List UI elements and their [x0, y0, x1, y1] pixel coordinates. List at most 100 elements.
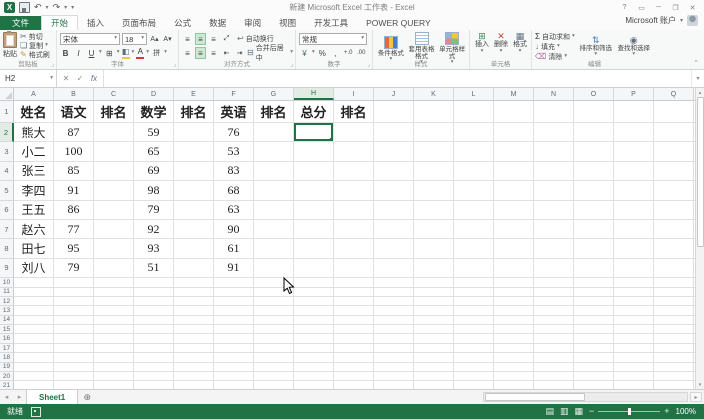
cell-I17[interactable] — [334, 344, 374, 353]
vertical-scrollbar-thumb[interactable] — [697, 97, 704, 247]
row-header-4[interactable]: 4 — [0, 162, 14, 181]
cell-M5[interactable] — [494, 181, 534, 200]
cell-I4[interactable] — [334, 162, 374, 181]
cell-H13[interactable] — [294, 306, 334, 315]
cell-E6[interactable] — [174, 201, 214, 220]
column-header-Q[interactable]: Q — [654, 88, 694, 100]
cell-F17[interactable] — [214, 344, 254, 353]
cell-C2[interactable] — [94, 123, 134, 142]
cell-B3[interactable]: 100 — [54, 142, 94, 161]
row-header-3[interactable]: 3 — [0, 142, 14, 161]
cell-N16[interactable] — [534, 334, 574, 343]
cell-A11[interactable] — [14, 288, 54, 297]
tab-power-query[interactable]: POWER QUERY — [357, 16, 440, 30]
cell-I7[interactable] — [334, 220, 374, 239]
cell-H12[interactable] — [294, 297, 334, 306]
cell-A4[interactable]: 张三 — [14, 162, 54, 181]
cell-K11[interactable] — [414, 288, 454, 297]
cell-I5[interactable] — [334, 181, 374, 200]
row-header-10[interactable]: 10 — [0, 278, 14, 287]
cell-J21[interactable] — [374, 381, 414, 389]
cell-L4[interactable] — [454, 162, 494, 181]
cell-E14[interactable] — [174, 316, 214, 325]
cell-D12[interactable] — [134, 297, 174, 306]
cell-O19[interactable] — [574, 363, 614, 372]
cell-H21[interactable] — [294, 381, 334, 389]
cell-M2[interactable] — [494, 123, 534, 142]
tab-review[interactable]: 审阅 — [235, 16, 270, 30]
cell-E2[interactable] — [174, 123, 214, 142]
row-header-19[interactable]: 19 — [0, 363, 14, 372]
cell-N12[interactable] — [534, 297, 574, 306]
cell-K12[interactable] — [414, 297, 454, 306]
cell-B2[interactable]: 87 — [54, 123, 94, 142]
cell-G12[interactable] — [254, 297, 294, 306]
cell-P12[interactable] — [614, 297, 654, 306]
merge-center-button[interactable]: ⊟ 合并后居中 ▾ — [247, 49, 293, 58]
tab-file[interactable]: 文件 — [0, 16, 41, 30]
cell-B15[interactable] — [54, 325, 94, 334]
cell-B21[interactable] — [54, 381, 94, 389]
grow-font-icon[interactable]: A▴ — [149, 33, 160, 45]
alignment-dialog-launcher-icon[interactable]: ⌟ — [290, 61, 293, 68]
close-icon[interactable]: ✕ — [685, 2, 700, 14]
cell-Q10[interactable] — [654, 278, 694, 287]
shrink-font-icon[interactable]: A▾ — [162, 33, 173, 45]
find-select-button[interactable]: ◉ 查找和选择 ▾ — [617, 36, 651, 58]
cell-D11[interactable] — [134, 288, 174, 297]
cell-N15[interactable] — [534, 325, 574, 334]
tab-data[interactable]: 数据 — [200, 16, 235, 30]
cell-D2[interactable]: 59 — [134, 123, 174, 142]
cell-P17[interactable] — [614, 344, 654, 353]
cell-N7[interactable] — [534, 220, 574, 239]
cell-A10[interactable] — [14, 278, 54, 287]
cell-E4[interactable] — [174, 162, 214, 181]
cell-K15[interactable] — [414, 325, 454, 334]
cell-F19[interactable] — [214, 363, 254, 372]
cell-E1[interactable]: 排名 — [174, 101, 214, 123]
select-all-button[interactable] — [0, 88, 14, 100]
cell-I11[interactable] — [334, 288, 374, 297]
cell-C9[interactable] — [94, 259, 134, 278]
cell-E20[interactable] — [174, 372, 214, 381]
cell-A12[interactable] — [14, 297, 54, 306]
orientation-icon[interactable]: ⤢ — [221, 33, 232, 45]
cell-F20[interactable] — [214, 372, 254, 381]
cell-P3[interactable] — [614, 142, 654, 161]
cell-L10[interactable] — [454, 278, 494, 287]
cell-B11[interactable] — [54, 288, 94, 297]
cell-H20[interactable] — [294, 372, 334, 381]
paste-button[interactable]: 粘贴 — [3, 32, 17, 59]
cell-C10[interactable] — [94, 278, 134, 287]
cell-H19[interactable] — [294, 363, 334, 372]
zoom-slider-thumb[interactable] — [628, 408, 631, 415]
cell-B12[interactable] — [54, 297, 94, 306]
cell-D9[interactable]: 51 — [134, 259, 174, 278]
cell-B8[interactable]: 95 — [54, 239, 94, 258]
fill-button[interactable]: ↓ 填充 ▾ — [535, 42, 575, 51]
cell-G9[interactable] — [254, 259, 294, 278]
cell-I6[interactable] — [334, 201, 374, 220]
sort-filter-button[interactable]: ⇅ 排序和筛选 ▾ — [579, 36, 613, 58]
cell-M10[interactable] — [494, 278, 534, 287]
cell-A15[interactable] — [14, 325, 54, 334]
cell-D20[interactable] — [134, 372, 174, 381]
cell-E12[interactable] — [174, 297, 214, 306]
cell-O12[interactable] — [574, 297, 614, 306]
formula-input[interactable] — [104, 70, 691, 87]
cell-P4[interactable] — [614, 162, 654, 181]
cell-M13[interactable] — [494, 306, 534, 315]
cell-D10[interactable] — [134, 278, 174, 287]
name-box-dropdown-icon[interactable]: ▾ — [50, 76, 53, 82]
cell-J16[interactable] — [374, 334, 414, 343]
cell-Q20[interactable] — [654, 372, 694, 381]
page-break-view-icon[interactable]: ▦ — [574, 407, 583, 416]
cell-M9[interactable] — [494, 259, 534, 278]
cell-N6[interactable] — [534, 201, 574, 220]
cell-G11[interactable] — [254, 288, 294, 297]
cell-L12[interactable] — [454, 297, 494, 306]
cell-Q6[interactable] — [654, 201, 694, 220]
cell-G21[interactable] — [254, 381, 294, 389]
cell-P19[interactable] — [614, 363, 654, 372]
number-format-combo[interactable]: 常规▾ — [299, 33, 367, 45]
